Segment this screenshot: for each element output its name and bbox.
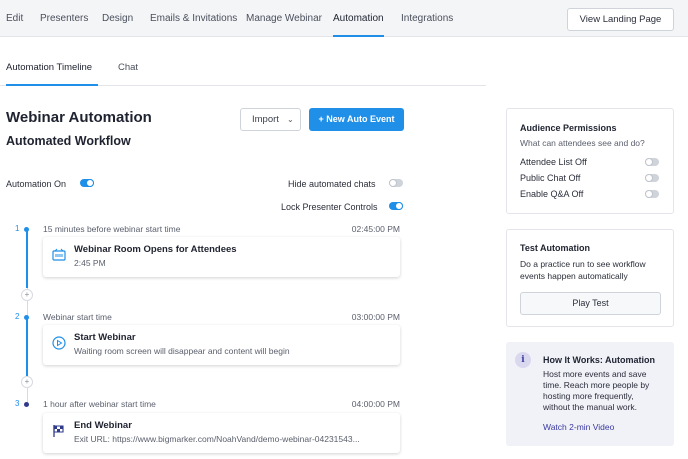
public-chat-toggle[interactable] [645, 174, 659, 182]
step-number: 1 [15, 224, 20, 233]
chevron-down-icon: ⌄ [287, 115, 294, 124]
info-text: time. Reach more people by [543, 380, 650, 390]
how-it-works-panel: How It Works: Automation Host more event… [506, 342, 674, 446]
watch-video-link[interactable]: Watch 2-min Video [543, 422, 614, 432]
info-text: without the manual work. [543, 402, 638, 412]
info-title: How It Works: Automation [543, 355, 655, 365]
import-dropdown[interactable]: Import ⌄ [240, 108, 301, 131]
permission-label: Enable Q&A Off [520, 189, 584, 199]
new-auto-event-button[interactable]: + New Auto Event [309, 108, 404, 131]
step-trigger: Webinar start time [43, 312, 112, 322]
add-event-button[interactable]: + [21, 289, 33, 301]
timeline-connector [26, 318, 28, 376]
panel-title: Audience Permissions [520, 123, 617, 133]
top-navigation: Edit Presenters Design Emails & Invitati… [0, 0, 688, 37]
event-title: Start Webinar [74, 332, 136, 343]
panel-subtitle: What can attendees see and do? [520, 138, 645, 148]
tab-edit[interactable]: Edit [6, 0, 23, 37]
tab-design[interactable]: Design [102, 0, 133, 37]
end-flag-icon [53, 425, 64, 437]
info-text: hosting more frequently, [543, 391, 634, 401]
step-dot [24, 402, 29, 407]
lock-presenter-controls-label: Lock Presenter Controls [281, 202, 378, 212]
event-title: End Webinar [74, 420, 132, 431]
step-time: 02:45:00 PM [351, 224, 400, 234]
timeline-event-card[interactable]: Webinar Room Opens for Attendees 2:45 PM [43, 237, 400, 277]
attendee-list-toggle[interactable] [645, 158, 659, 166]
tab-emails-invitations[interactable]: Emails & Invitations [150, 0, 237, 37]
step-trigger: 1 hour after webinar start time [43, 399, 156, 409]
tab-chat[interactable]: Chat [118, 62, 138, 73]
permission-label: Public Chat Off [520, 173, 581, 183]
enable-qa-toggle[interactable] [645, 190, 659, 198]
event-detail: 2:45 PM [74, 258, 106, 268]
tab-automation-timeline[interactable]: Automation Timeline [6, 62, 92, 73]
panel-title: Test Automation [520, 243, 590, 253]
event-detail: Waiting room screen will disappear and c… [74, 346, 290, 356]
timeline-connector [26, 230, 28, 288]
automation-on-label: Automation On [6, 179, 67, 189]
section-title: Automated Workflow [6, 134, 131, 148]
audience-permissions-panel: Audience Permissions What can attendees … [506, 108, 674, 214]
automation-on-toggle[interactable] [80, 179, 94, 187]
play-test-button[interactable]: Play Test [520, 292, 661, 315]
step-time: 04:00:00 PM [351, 399, 400, 409]
webinar-room-open-icon [52, 248, 66, 261]
lock-presenter-controls-toggle[interactable] [389, 202, 403, 210]
panel-description: Do a practice run to see workflow [520, 259, 646, 269]
active-tab-indicator [6, 84, 98, 86]
panel-description: events happen automatically [520, 271, 628, 281]
tab-automation[interactable]: Automation [333, 0, 384, 37]
hide-automated-chats-toggle[interactable] [389, 179, 403, 187]
hide-automated-chats-label: Hide automated chats [288, 179, 376, 189]
step-number: 3 [15, 399, 20, 408]
tab-integrations[interactable]: Integrations [401, 0, 453, 37]
tab-presenters[interactable]: Presenters [40, 0, 88, 37]
play-icon [52, 336, 66, 350]
step-time: 03:00:00 PM [351, 312, 400, 322]
step-dot [24, 227, 29, 232]
page-title: Webinar Automation [6, 109, 152, 126]
add-event-button[interactable]: + [21, 376, 33, 388]
test-automation-panel: Test Automation Do a practice run to see… [506, 229, 674, 327]
sub-tabs: Automation Timeline Chat [0, 37, 688, 85]
step-dot [24, 315, 29, 320]
info-text: Host more events and save [543, 369, 647, 379]
timeline-event-card[interactable]: End Webinar Exit URL: https://www.bigmar… [43, 413, 400, 453]
info-icon [515, 352, 531, 368]
tab-manage-webinar[interactable]: Manage Webinar [246, 0, 322, 37]
event-title: Webinar Room Opens for Attendees [74, 244, 237, 255]
view-landing-page-button[interactable]: View Landing Page [567, 8, 674, 31]
permission-label: Attendee List Off [520, 157, 587, 167]
import-label: Import [252, 114, 279, 125]
step-number: 2 [15, 312, 20, 321]
step-trigger: 15 minutes before webinar start time [43, 224, 181, 234]
event-detail: Exit URL: https://www.bigmarker.com/Noah… [74, 434, 360, 444]
timeline-event-card[interactable]: Start Webinar Waiting room screen will d… [43, 325, 400, 365]
